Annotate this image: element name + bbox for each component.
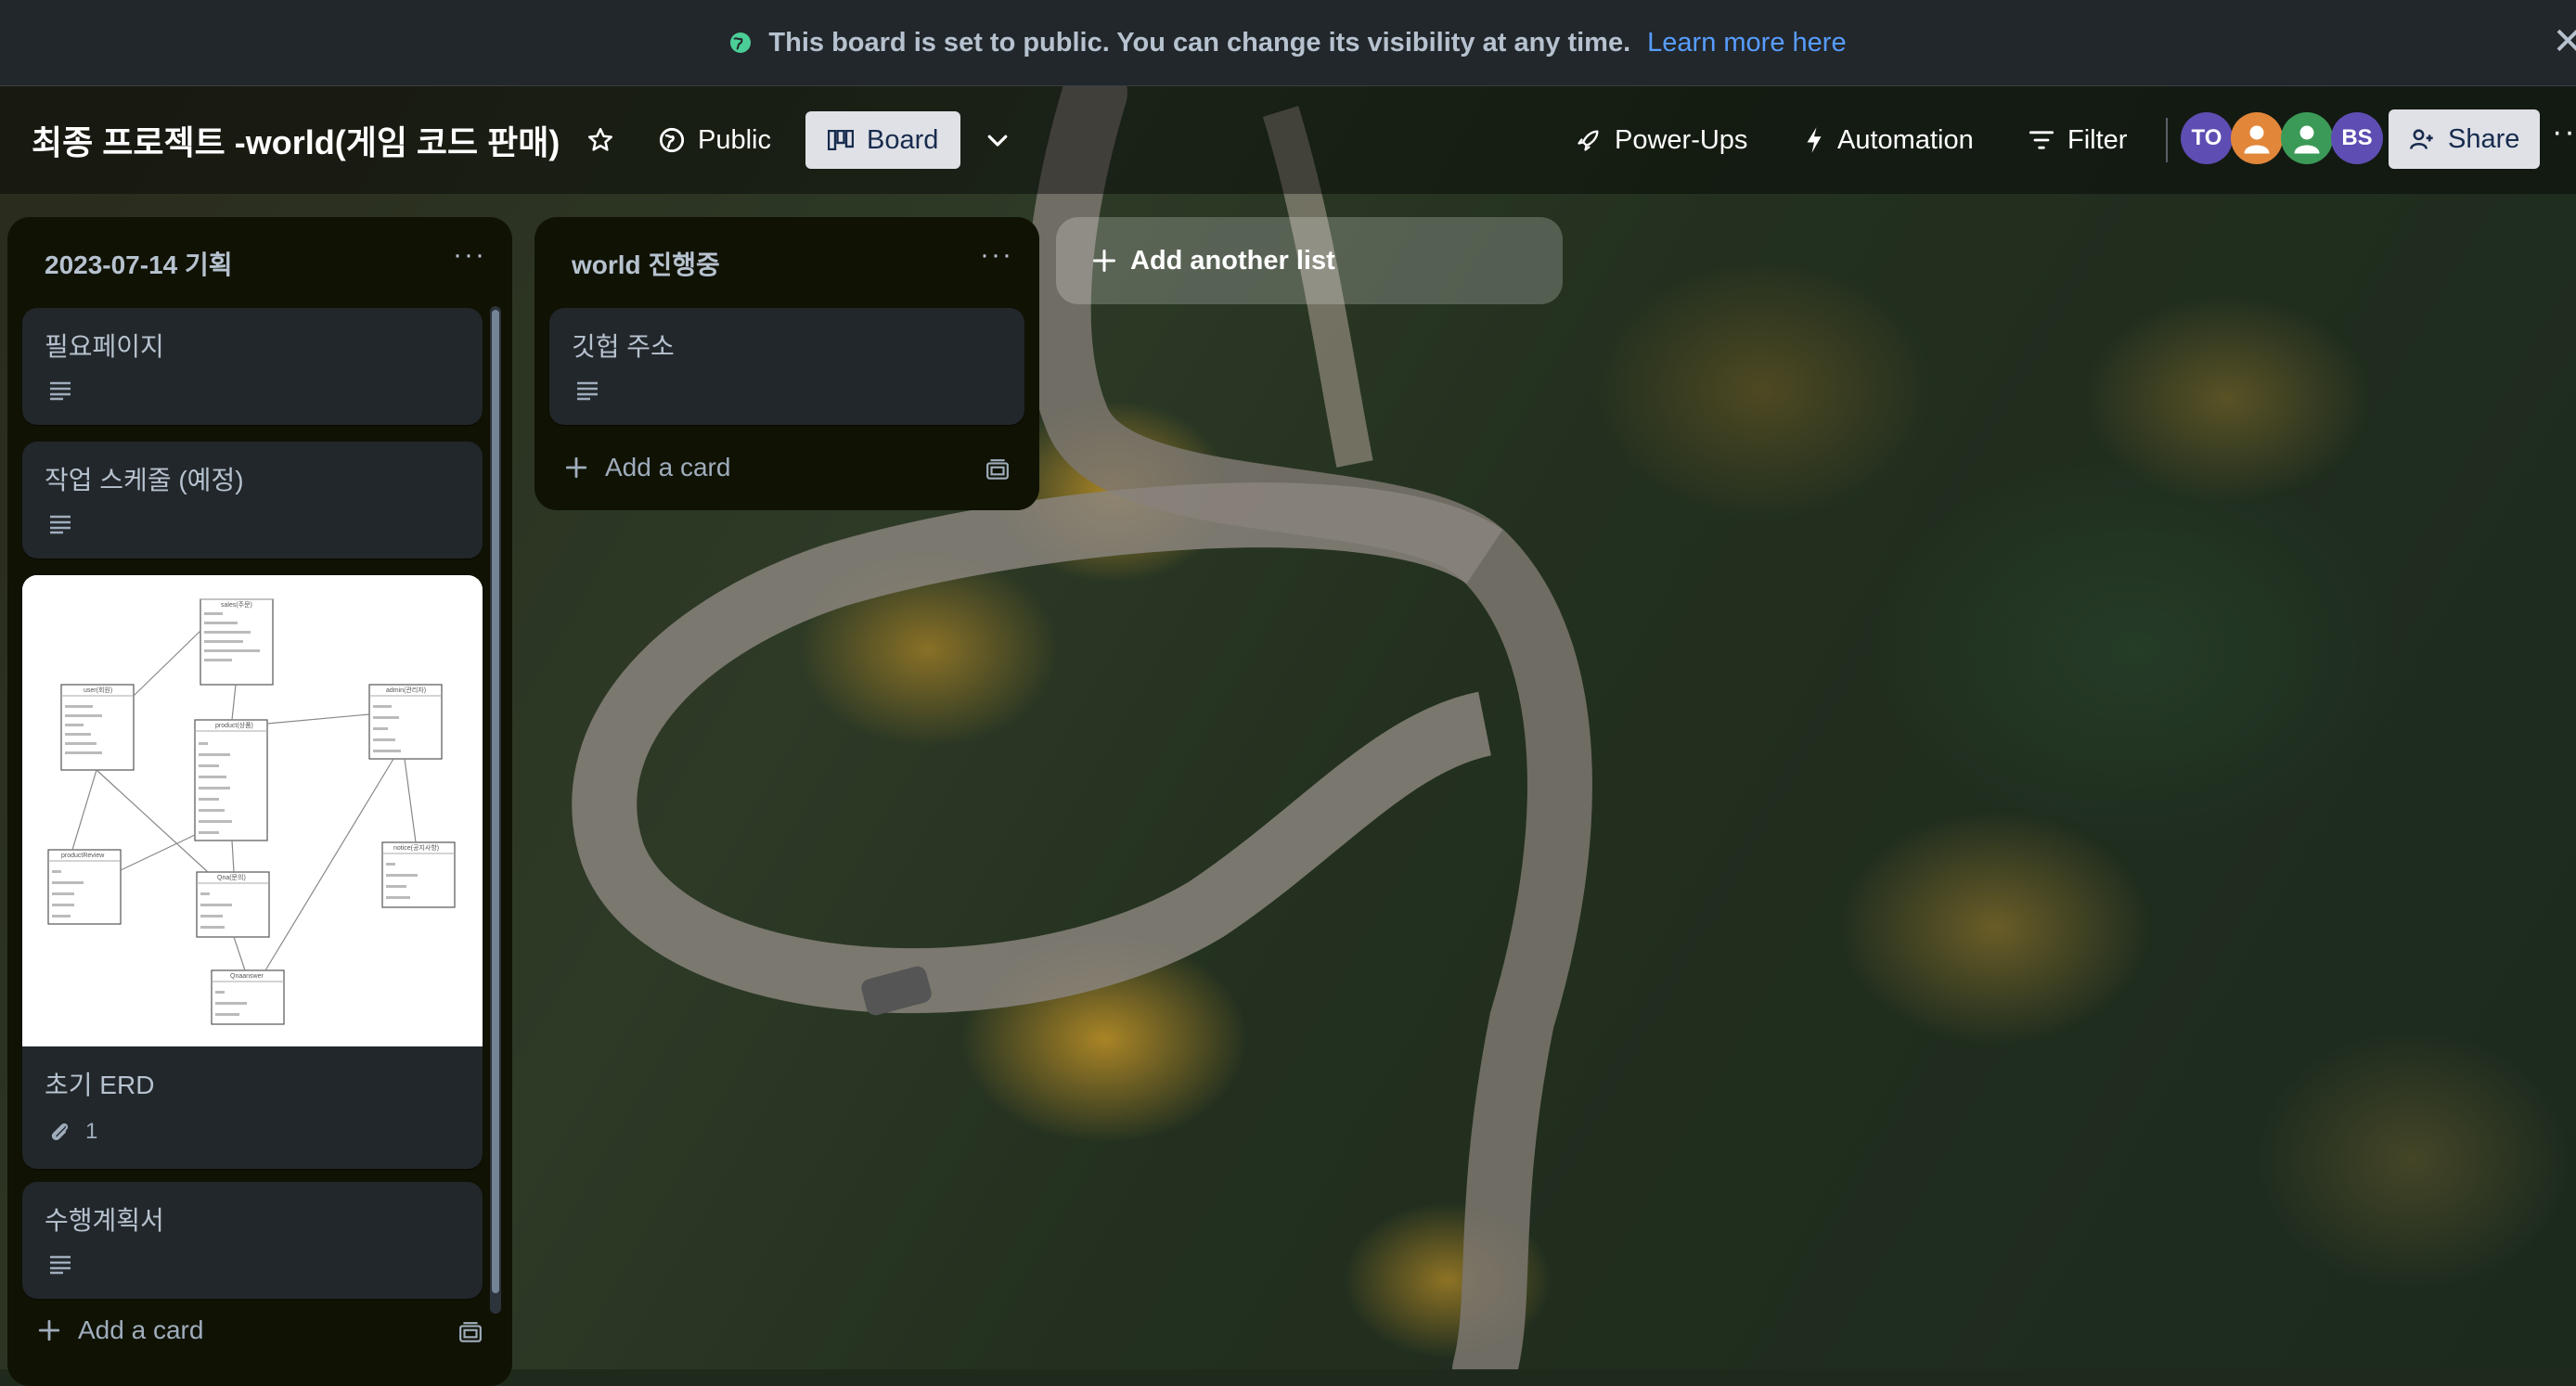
card-title: 깃헙 주소 [572, 332, 675, 361]
description-icon [50, 1255, 71, 1275]
list-title[interactable]: 2023-07-14 기획 [45, 245, 233, 282]
visibility-label: Public [698, 124, 771, 155]
star-board-button[interactable] [573, 111, 627, 169]
add-card-label: Add a card [605, 453, 731, 481]
erd-entity-label: productReview [61, 853, 105, 859]
board-menu-icon[interactable]: ·· [2552, 114, 2576, 150]
attachment-count: 1 [85, 1119, 98, 1144]
learn-more-link[interactable]: Learn more here [1647, 28, 1846, 58]
erd-entity-label: product(상품) [215, 721, 253, 729]
close-banner-icon[interactable]: ✕ [2552, 20, 2576, 63]
add-another-list-button[interactable]: Add another list [1056, 217, 1563, 304]
avatar-initials: BS [2341, 125, 2373, 150]
board-header: 최종 프로젝트 -world(게임 코드 판매) Public Board Po… [0, 86, 2576, 194]
person-icon [2244, 125, 2270, 154]
public-visibility-banner: This board is set to public. You can cha… [0, 0, 2576, 86]
views-dropdown-button[interactable] [971, 111, 1024, 169]
list-title[interactable]: world 진행중 [572, 245, 720, 282]
card-project-plan[interactable]: 수행계획서 [22, 1182, 483, 1299]
globe-icon [730, 32, 752, 53]
member-avatar-to[interactable]: TO [2181, 112, 2233, 164]
description-icon [50, 381, 71, 401]
description-icon [50, 515, 71, 534]
share-button[interactable]: Share [2389, 109, 2541, 169]
card-required-pages[interactable]: 필요페이지 [22, 308, 483, 425]
filter-label: Filter [2067, 124, 2128, 155]
share-label: Share [2448, 123, 2520, 154]
add-card-button[interactable]: Add a card [564, 453, 730, 482]
card-title: 초기 ERD [45, 1071, 155, 1099]
add-card-button[interactable]: Add a card [37, 1315, 203, 1345]
card-template-icon[interactable] [985, 458, 1010, 482]
power-ups-button[interactable]: Power-Ups [1563, 111, 1760, 169]
list-scrollbar[interactable] [490, 306, 501, 1314]
board-view-label: Board [867, 124, 939, 155]
board-view-button[interactable]: Board [805, 111, 961, 169]
list-world-in-progress: world 진행중 ··· 깃헙 주소 Add a card [535, 217, 1039, 510]
attachment-badge: 1 [48, 1119, 97, 1145]
board-title[interactable]: 최종 프로젝트 -world(게임 코드 판매) [32, 116, 560, 164]
description-icon [577, 381, 598, 401]
erd-entity-label: user(회원) [84, 686, 112, 694]
card-template-icon[interactable] [458, 1321, 483, 1345]
card-work-schedule[interactable]: 작업 스케줄 (예정) [22, 442, 483, 558]
globe-icon [659, 127, 685, 153]
card-initial-erd[interactable]: sales(주문) user(회원) product(상품) admin(관리자… [22, 575, 483, 1169]
avatar-initials: TO [2191, 125, 2222, 150]
header-divider [2166, 118, 2168, 162]
paperclip-icon [51, 1123, 69, 1141]
card-github-address[interactable]: 깃헙 주소 [549, 308, 1024, 425]
member-avatar-3[interactable] [2281, 112, 2333, 164]
banner-message: This board is set to public. You can cha… [768, 27, 1631, 58]
visibility-button[interactable]: Public [646, 111, 784, 169]
rocket-icon [1578, 130, 1599, 151]
erd-entity-label: Qnaanswer [230, 973, 264, 980]
add-list-label: Add another list [1130, 245, 1335, 276]
list-scrollbar-thumb[interactable] [492, 310, 499, 1293]
automation-button[interactable]: Automation [1791, 111, 1987, 169]
board-view-icon [828, 130, 854, 150]
card-title: 작업 스케줄 (예정) [45, 466, 244, 494]
list-menu-icon[interactable]: ··· [980, 239, 1013, 271]
erd-entity-label: admin(관리자) [386, 686, 426, 694]
plus-icon [38, 1319, 60, 1341]
erd-entity-label: sales(주문) [221, 601, 252, 609]
erd-cover-image: sales(주문) user(회원) product(상품) admin(관리자… [22, 575, 483, 1046]
card-title: 필요페이지 [45, 332, 164, 361]
list-menu-icon[interactable]: ··· [453, 239, 486, 271]
filter-icon [2029, 131, 2054, 149]
power-ups-label: Power-Ups [1615, 124, 1748, 155]
member-avatar-bs[interactable]: BS [2331, 112, 2383, 164]
erd-entity-label: notice(공지사항) [393, 843, 439, 852]
person-icon [2294, 125, 2320, 154]
erd-entity-label: Qna(문의) [217, 873, 246, 881]
automation-label: Automation [1837, 124, 1974, 155]
chevron-down-icon [987, 135, 1008, 147]
card-title: 수행계획서 [45, 1206, 164, 1235]
member-avatar-2[interactable] [2231, 112, 2283, 164]
star-icon [588, 127, 612, 151]
plus-icon [565, 456, 587, 479]
lightning-icon [1807, 127, 1822, 153]
list-2023-07-14: 2023-07-14 기획 ··· 필요페이지 작업 스케줄 (예정) sale… [7, 217, 512, 1386]
filter-button[interactable]: Filter [2016, 111, 2140, 169]
plus-icon [1092, 249, 1116, 273]
add-member-icon [2410, 129, 2433, 149]
add-card-label: Add a card [78, 1315, 204, 1344]
